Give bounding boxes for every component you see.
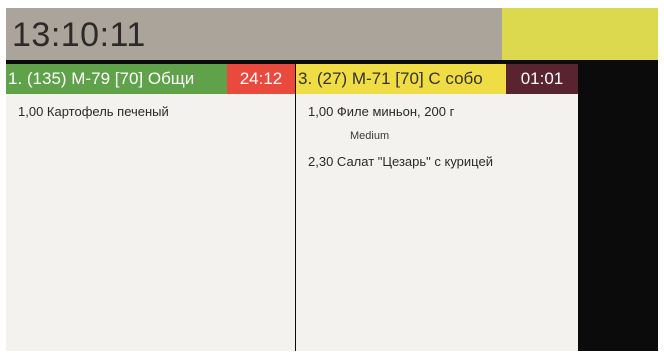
- order-item[interactable]: 1,00 Филе миньон, 200 г: [296, 104, 578, 128]
- order-item[interactable]: 1,00 Картофель печеный: [6, 104, 295, 128]
- order-title: 1. (135) М-79 [70] Общи: [6, 64, 227, 94]
- order-header[interactable]: 1. (135) М-79 [70] Общи 24:12: [6, 64, 295, 94]
- order-items-list: 1,00 Филе миньон, 200 г Medium 2,30 Сала…: [296, 104, 578, 178]
- order-timer: 01:01: [506, 64, 578, 94]
- order-header[interactable]: 3. (27) М-71 [70] С собо 01:01: [296, 64, 578, 94]
- order-timer: 24:12: [227, 64, 295, 94]
- order-item[interactable]: 2,30 Салат "Цезарь" с курицей: [296, 154, 578, 178]
- clock: 13:10:11: [12, 16, 146, 54]
- order-title: 3. (27) М-71 [70] С собо: [296, 64, 506, 94]
- order-items-list: 1,00 Картофель печеный: [6, 104, 295, 128]
- item-modifier: Medium: [350, 130, 390, 142]
- status-indicator-block: [502, 8, 658, 60]
- order-card[interactable]: 1. (135) М-79 [70] Общи 24:12 1,00 Карто…: [6, 64, 295, 351]
- order-card[interactable]: 3. (27) М-71 [70] С собо 01:01 1,00 Филе…: [296, 64, 578, 351]
- top-bar: 13:10:11: [6, 8, 658, 60]
- kitchen-display-screen: 13:10:11 1. (135) М-79 [70] Общи 24:12 1…: [6, 8, 658, 351]
